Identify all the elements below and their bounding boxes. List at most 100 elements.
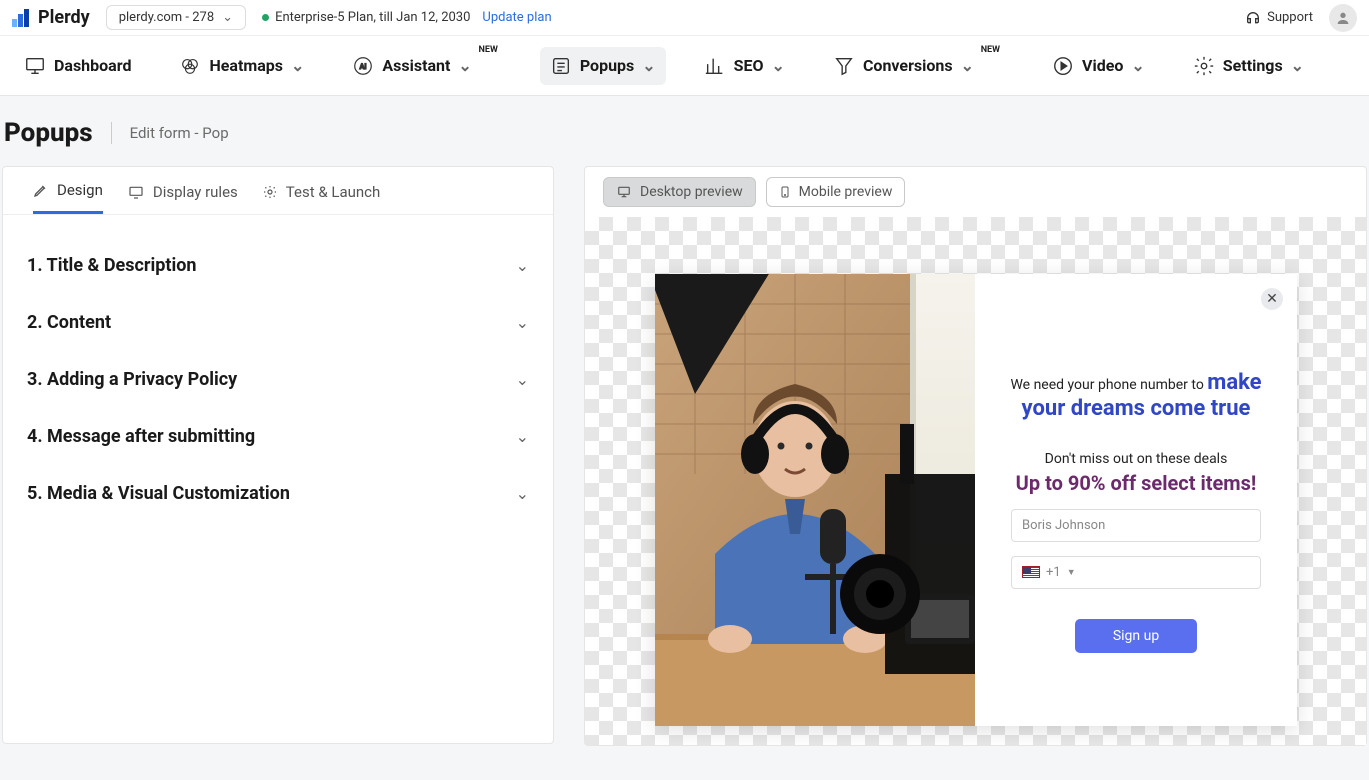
status-dot-icon	[262, 14, 269, 21]
popup-phone-field[interactable]: +1 ▼	[1011, 556, 1261, 589]
chevron-down-icon: ⌄	[642, 56, 655, 75]
brand-logo[interactable]: Plerdy	[12, 7, 90, 28]
nav-seo[interactable]: SEO ⌄	[694, 47, 795, 85]
caret-down-icon: ▼	[1067, 567, 1076, 578]
nav-video[interactable]: Video ⌄	[1042, 47, 1155, 85]
accordion-media-visual[interactable]: 5. Media & Visual Customization ⌄	[23, 465, 533, 522]
accordion-label: 2. Content	[27, 312, 111, 333]
nav-video-label: Video	[1082, 56, 1123, 75]
accordion-title-description[interactable]: 1. Title & Description ⌄	[23, 237, 533, 294]
accordion-message-after-submitting[interactable]: 4. Message after submitting ⌄	[23, 408, 533, 465]
popup-image	[655, 274, 975, 726]
popup-close-button[interactable]: ✕	[1261, 288, 1283, 310]
gear-icon	[262, 184, 278, 200]
popup-phone-prefix: +1	[1046, 565, 1061, 580]
nav-settings[interactable]: Settings ⌄	[1183, 47, 1314, 85]
nav-dashboard[interactable]: Dashboard	[14, 47, 141, 85]
nav-conversions[interactable]: Conversions NEW ⌄	[823, 47, 1014, 85]
preview-tab-mobile[interactable]: Mobile preview	[766, 177, 906, 207]
accordion-privacy-policy[interactable]: 3. Adding a Privacy Policy ⌄	[23, 351, 533, 408]
mobile-icon	[779, 184, 791, 200]
breadcrumb: Edit form - Pop	[130, 124, 229, 142]
tab-design-label: Design	[57, 181, 103, 199]
photo-placeholder-icon	[655, 274, 975, 726]
display-icon	[127, 184, 145, 200]
chevron-down-icon: ⌄	[1291, 56, 1304, 75]
preview-tab-mobile-label: Mobile preview	[799, 184, 893, 200]
popup-subtext-2: Up to 90% off select items!	[999, 471, 1273, 495]
tab-test-launch[interactable]: Test & Launch	[262, 181, 381, 214]
brand-name: Plerdy	[38, 7, 90, 28]
chevron-down-icon: ⌄	[291, 56, 304, 75]
nav-popups[interactable]: Popups ⌄	[540, 47, 666, 85]
tab-design[interactable]: Design	[33, 181, 103, 214]
nav-heatmaps-label: Heatmaps	[209, 56, 283, 75]
nav-assistant[interactable]: AI Assistant NEW ⌄	[342, 47, 511, 85]
popup-name-placeholder: Boris Johnson	[1022, 518, 1105, 533]
chevron-down-icon: ⌄	[516, 427, 529, 446]
svg-text:AI: AI	[360, 61, 367, 70]
chart-icon	[704, 55, 726, 77]
venn-icon	[179, 55, 201, 77]
page-header: Popups Edit form - Pop	[0, 96, 1369, 166]
funnel-icon	[833, 55, 855, 77]
popup-headline-prefix: We need your phone number to	[1010, 377, 1207, 393]
update-plan-link[interactable]: Update plan	[482, 10, 551, 25]
ai-icon: AI	[352, 55, 374, 77]
preview-tabs: Desktop preview Mobile preview	[585, 167, 1366, 217]
chevron-down-icon: ⌄	[516, 484, 529, 503]
chevron-down-icon: ⌄	[1131, 56, 1144, 75]
popup-signup-button[interactable]: Sign up	[1075, 619, 1197, 653]
accordion-label: 1. Title & Description	[27, 255, 196, 276]
tab-display-rules-label: Display rules	[153, 183, 238, 201]
user-icon	[1335, 10, 1351, 26]
nav-assistant-label: Assistant	[382, 56, 450, 75]
nav-seo-label: SEO	[734, 56, 764, 75]
chevron-down-icon: ⌄	[772, 56, 785, 75]
divider	[111, 122, 112, 144]
nav-settings-label: Settings	[1223, 56, 1283, 75]
chevron-down-icon: ⌄	[222, 10, 233, 25]
editor-tabs: Design Display rules Test & Launch	[3, 167, 553, 215]
top-bar: Plerdy plerdy.com - 278 ⌄ Enterprise-5 P…	[0, 0, 1369, 36]
new-badge: NEW	[479, 45, 498, 55]
accordion-label: 3. Adding a Privacy Policy	[27, 369, 237, 390]
popup-headline: We need your phone number to make your d…	[999, 370, 1273, 423]
chevron-down-icon: ⌄	[458, 56, 471, 75]
gear-icon	[1193, 55, 1215, 77]
form-icon	[550, 55, 572, 77]
accordion: 1. Title & Description ⌄ 2. Content ⌄ 3.…	[3, 215, 553, 544]
chevron-down-icon: ⌄	[516, 256, 529, 275]
close-icon: ✕	[1266, 291, 1278, 307]
plerdy-logo-icon	[12, 9, 34, 27]
popup-subtext-1: Don't miss out on these deals	[999, 451, 1273, 467]
pencil-icon	[33, 182, 49, 198]
plan-text: Enterprise-5 Plan, till Jan 12, 2030	[275, 10, 470, 25]
play-icon	[1052, 55, 1074, 77]
preview-panel: Desktop preview Mobile preview	[584, 166, 1367, 746]
site-selector[interactable]: plerdy.com - 278 ⌄	[106, 5, 246, 30]
user-avatar[interactable]	[1329, 4, 1357, 32]
site-selector-label: plerdy.com - 278	[119, 10, 214, 25]
chevron-down-icon: ⌄	[961, 56, 974, 75]
plan-info: Enterprise-5 Plan, till Jan 12, 2030 Upd…	[262, 10, 552, 25]
page-title: Popups	[4, 118, 93, 148]
chevron-down-icon: ⌄	[516, 370, 529, 389]
tab-display-rules[interactable]: Display rules	[127, 181, 238, 214]
nav-dashboard-label: Dashboard	[54, 56, 131, 75]
nav-heatmaps[interactable]: Heatmaps ⌄	[169, 47, 314, 85]
desktop-icon	[616, 185, 632, 199]
new-badge: NEW	[981, 45, 1000, 55]
preview-canvas: ✕ We need your phone number to make your…	[585, 217, 1366, 745]
popup-name-field[interactable]: Boris Johnson	[1011, 509, 1261, 542]
chevron-down-icon: ⌄	[516, 313, 529, 332]
popup-preview: ✕ We need your phone number to make your…	[655, 274, 1297, 726]
support-link[interactable]: Support	[1245, 10, 1313, 26]
main-nav: Dashboard Heatmaps ⌄ AI Assistant NEW ⌄ …	[0, 36, 1369, 96]
preview-tab-desktop[interactable]: Desktop preview	[603, 177, 756, 207]
monitor-icon	[24, 55, 46, 77]
nav-conversions-label: Conversions	[863, 56, 953, 75]
accordion-content[interactable]: 2. Content ⌄	[23, 294, 533, 351]
design-panel: Design Display rules Test & Launch 1. Ti…	[2, 166, 554, 744]
accordion-label: 4. Message after submitting	[27, 426, 255, 447]
